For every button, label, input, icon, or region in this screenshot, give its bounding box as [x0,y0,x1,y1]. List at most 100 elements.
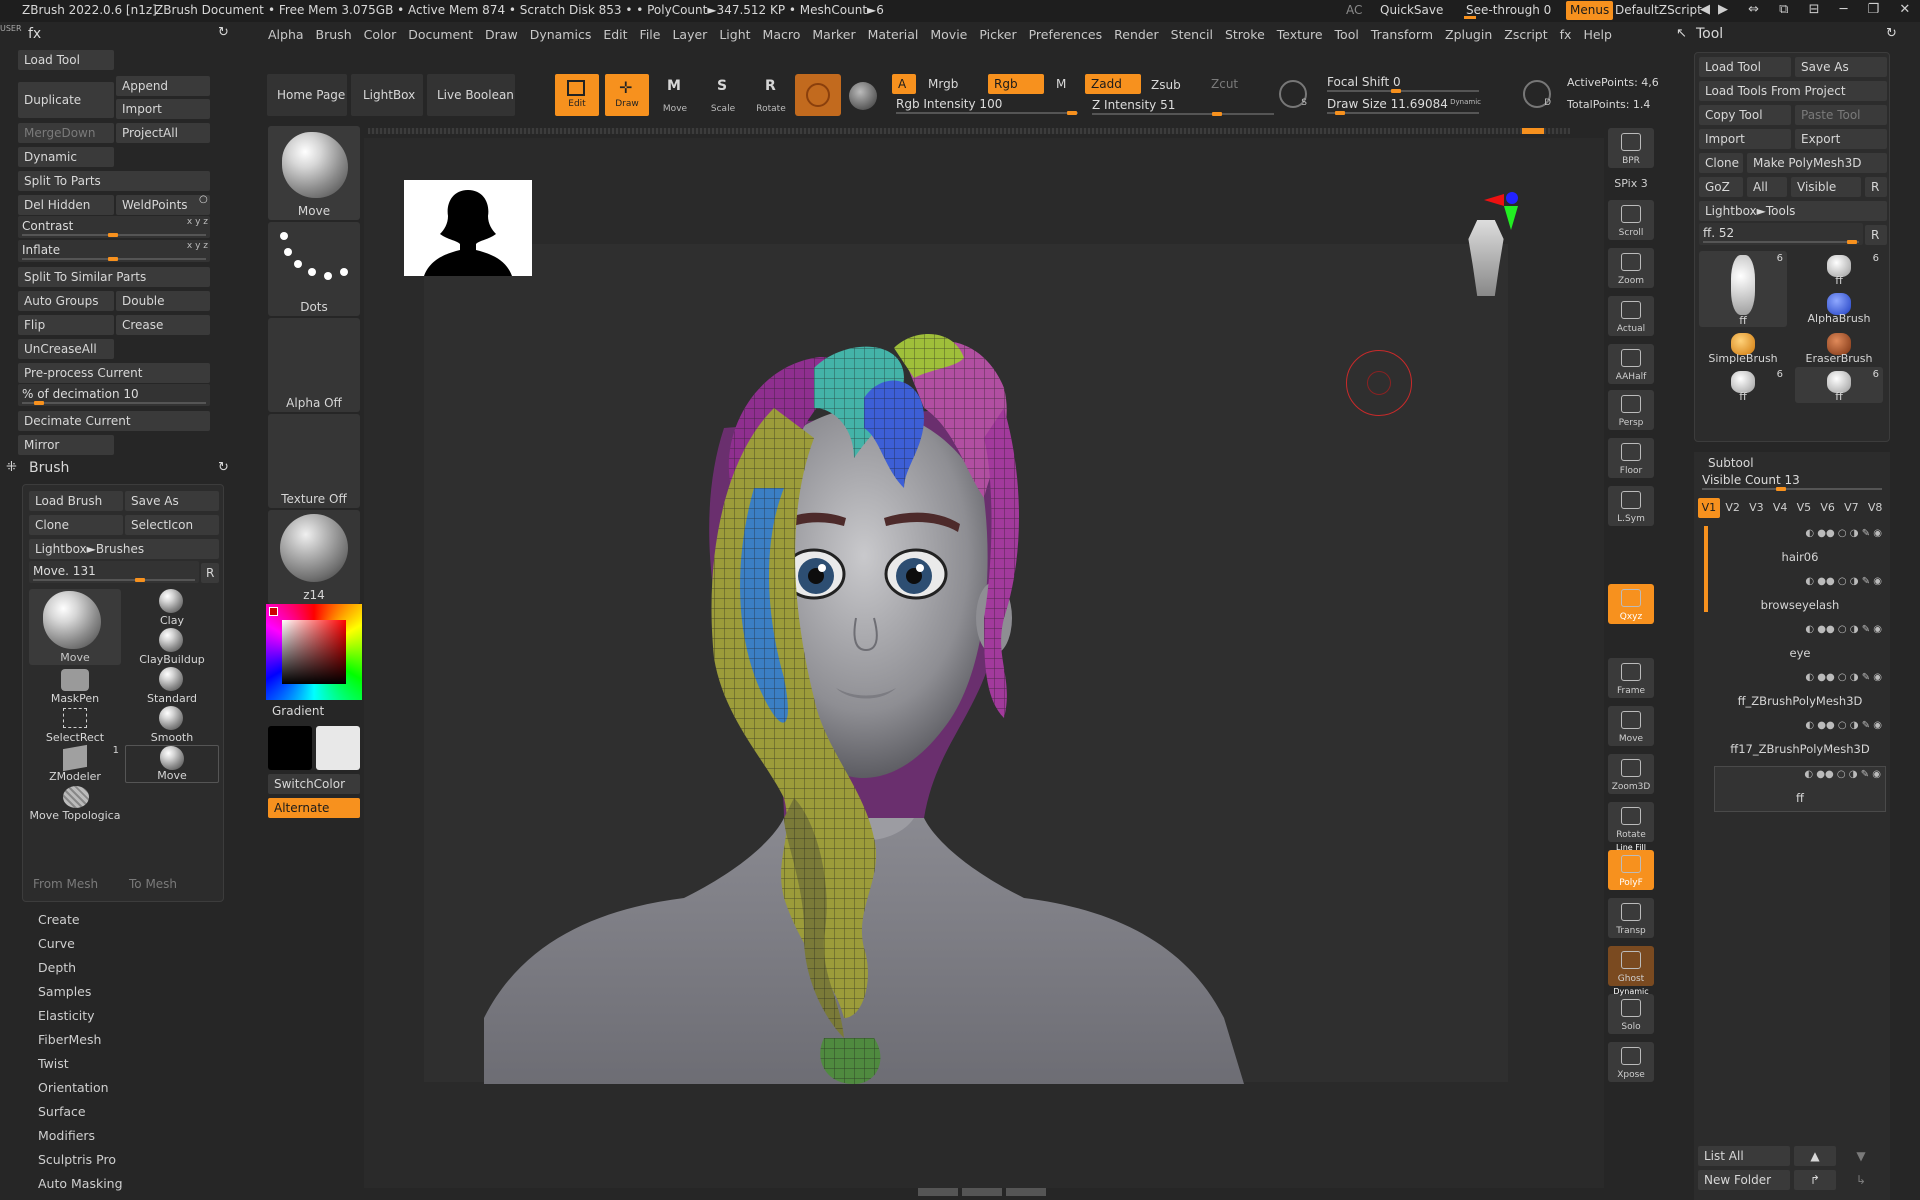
copy-tool-button[interactable]: Copy Tool [1699,105,1791,125]
menu-item-brush[interactable]: Brush [316,27,352,45]
brush-thumb-maskpen[interactable]: MaskPen [29,667,121,705]
submenu-sculptris-pro[interactable]: Sculptris Pro [38,1152,116,1167]
to-mesh-button[interactable]: To Mesh [129,877,177,891]
mergedown-button[interactable]: MergeDown [18,123,114,143]
right-tool-solo[interactable]: Solo [1608,994,1654,1034]
menu-item-stencil[interactable]: Stencil [1171,27,1213,45]
rgb-button[interactable]: Rgb [988,74,1044,94]
menu-item-tool[interactable]: Tool [1335,27,1359,45]
right-tool-zoom3d[interactable]: Zoom3D [1608,754,1654,794]
goz-all-button[interactable]: All [1747,177,1787,197]
tool-save-as-button[interactable]: Save As [1795,57,1887,77]
brush-thumb-move-large[interactable]: Move [29,589,121,665]
color-sphere-button[interactable] [849,82,877,110]
menu-item-movie[interactable]: Movie [930,27,967,45]
brush-thumb-standard[interactable]: Standard [125,667,219,705]
edit-mode-button[interactable]: Edit [555,74,599,116]
mirror-button[interactable]: Mirror [18,435,114,455]
navigation-gizmo[interactable] [1464,178,1534,298]
folder-arrow-button[interactable]: ↱ [1794,1170,1836,1190]
home-page-button[interactable]: Home Page [267,74,347,116]
material-sphere-button[interactable] [795,74,841,116]
menu-item-draw[interactable]: Draw [485,27,518,45]
alpha-thumb[interactable]: Alpha Off [268,318,360,412]
texture-thumb[interactable]: Texture Off [268,414,360,508]
brush-thumb-move-topological[interactable]: Move Topologica [29,784,121,822]
right-tool-polyf[interactable]: PolyF [1608,850,1654,890]
m-button[interactable]: M [1050,74,1070,94]
subtool-row-controls-icon[interactable]: ◐ ●● ○ ◑ ✎ ◉ [1804,769,1881,780]
version-tab-v8[interactable]: V8 [1864,498,1886,518]
menu-item-alpha[interactable]: Alpha [268,27,304,45]
gradient-label[interactable]: Gradient [272,704,324,718]
alternate-button[interactable]: Alternate [268,798,360,818]
stroke-s-icon[interactable]: S [1279,80,1307,108]
brush-thumb-claybuildup[interactable]: ClayBuildup [125,628,219,666]
paste-tool-button[interactable]: Paste Tool [1795,105,1887,125]
material-thumb[interactable]: z14 [268,510,360,604]
tool-ff-slider[interactable]: ff. 52 [1699,223,1863,245]
menu-item-light[interactable]: Light [719,27,750,45]
right-tool-lsym[interactable]: L.Sym [1608,486,1654,526]
del-hidden-button[interactable]: Del Hidden [18,195,114,215]
crease-button[interactable]: Crease [116,315,210,335]
mrgb-button[interactable]: Mrgb [922,74,972,94]
tool-thumb-ff[interactable]: ff 6 [1795,367,1883,403]
tool-thumb-alphabrush[interactable]: AlphaBrush [1795,289,1883,325]
brush-thumb-zmodeler[interactable]: ZModeler 1 [29,744,121,783]
submenu-twist[interactable]: Twist [38,1056,69,1071]
version-tab-v2[interactable]: V2 [1722,498,1744,518]
tool-move-icon[interactable]: ↖ [1676,26,1687,41]
subtool-row-controls-icon[interactable]: ◐ ●● ○ ◑ ✎ ◉ [1805,576,1882,587]
subtool-row-controls-icon[interactable]: ◐ ●● ○ ◑ ✎ ◉ [1805,720,1882,731]
a-button[interactable]: A [892,74,916,94]
visible-count-slider[interactable]: Visible Count 13 [1698,470,1886,492]
weldpoints-button[interactable]: WeldPoints [116,195,210,215]
right-tool-persp[interactable]: Persp [1608,390,1654,430]
draw-mode-button[interactable]: ✛ Draw [605,74,649,116]
goz-visible-button[interactable]: Visible [1791,177,1861,197]
gizmo-z-dot[interactable] [1506,192,1518,204]
stroke-dots-thumb[interactable]: Dots [268,222,360,316]
split-to-parts-button[interactable]: Split To Parts [18,171,210,191]
menu-item-color[interactable]: Color [364,27,397,45]
menu-item-zscript[interactable]: Zscript [1504,27,1547,45]
uncreaseall-button[interactable]: UnCreaseAll [18,339,114,359]
tool-thumb-eraserbrush[interactable]: EraserBrush [1795,329,1883,365]
submenu-depth[interactable]: Depth [38,960,76,975]
inflate-slider[interactable]: Inflate x y z [18,240,210,262]
menu-item-file[interactable]: File [640,27,661,45]
draw-size-slider[interactable]: Draw Size 11.69084 Dynamic [1323,94,1483,116]
scale-mode-button[interactable]: S Scale [701,74,745,116]
see-through-slider[interactable]: See-through 0 [1460,1,1556,19]
current-brush-thumb[interactable]: Move [268,126,360,220]
switchcolor-button[interactable]: SwitchColor [268,774,360,794]
right-tool-transp[interactable]: Transp [1608,898,1654,938]
list-all-button[interactable]: List All [1698,1146,1790,1166]
default-script-label[interactable]: DefaultZScript [1615,3,1702,17]
brush-r-button[interactable]: R [201,563,219,583]
brush-thumb-smooth[interactable]: Smooth [125,706,219,744]
main-color-swatch[interactable] [268,726,312,770]
menu-item-dynamics[interactable]: Dynamics [530,27,592,45]
right-tool-actual[interactable]: Actual [1608,296,1654,336]
color-picker[interactable] [266,604,362,700]
projectall-button[interactable]: ProjectAll [116,123,210,143]
color-picker-square[interactable] [282,620,346,684]
submenu-samples[interactable]: Samples [38,984,91,999]
right-tool-floor[interactable]: Floor [1608,438,1654,478]
load-tools-from-project-button[interactable]: Load Tools From Project [1699,81,1887,101]
submenu-elasticity[interactable]: Elasticity [38,1008,95,1023]
right-tool-xpose[interactable]: Xpose [1608,1042,1654,1082]
right-tool-rotate[interactable]: Rotate [1608,802,1654,842]
load-brush-button[interactable]: Load Brush [29,491,123,511]
menu-item-zplugin[interactable]: Zplugin [1445,27,1492,45]
subtool-row-controls-icon[interactable]: ◐ ●● ○ ◑ ✎ ◉ [1805,528,1882,539]
brush-panel-header[interactable]: ⁜ Brush ↻ [0,458,229,480]
double-button[interactable]: Double [116,291,210,311]
zcut-button[interactable]: Zcut [1205,74,1245,94]
right-tool-bpr[interactable]: BPR [1608,128,1654,168]
flip-button[interactable]: Flip [18,315,114,335]
menu-item-document[interactable]: Document [408,27,473,45]
lightbox-tools-button[interactable]: Lightbox►Tools [1699,201,1887,221]
